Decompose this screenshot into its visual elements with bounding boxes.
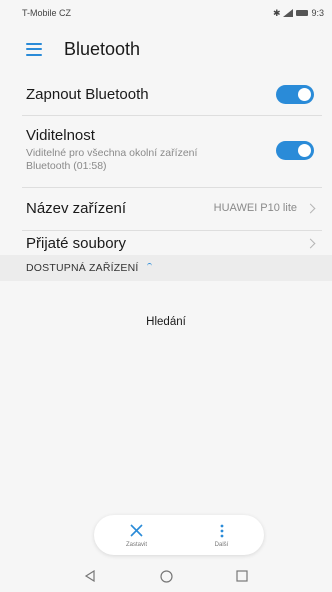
bluetooth-toggle-row[interactable]: Zapnout Bluetooth bbox=[0, 76, 332, 112]
status-time: 9:3 bbox=[311, 8, 324, 18]
divider bbox=[22, 230, 322, 231]
stop-button-label: Zastavit bbox=[125, 541, 147, 548]
toggle-knob bbox=[298, 87, 311, 101]
bluetooth-toggle-switch[interactable] bbox=[276, 84, 314, 104]
system-nav-bar bbox=[0, 560, 332, 592]
hamburger-menu-icon[interactable] bbox=[26, 42, 42, 56]
visibility-subtitle-line2: Bluetooth (01:58) bbox=[26, 160, 107, 172]
divider bbox=[22, 187, 322, 188]
chevron-right-icon bbox=[305, 238, 316, 248]
recents-nav-icon[interactable] bbox=[231, 565, 253, 587]
searching-status: Hledání bbox=[146, 316, 186, 328]
status-icons: ✱ 9:3 bbox=[273, 8, 324, 19]
chevron-right-icon bbox=[305, 203, 316, 213]
device-name-value-wrap: HUAWEI P10 lite bbox=[213, 202, 316, 214]
bluetooth-toggle-label: Zapnout Bluetooth bbox=[26, 85, 149, 103]
device-name-value: HUAWEI P10 lite bbox=[213, 202, 297, 214]
carrier-name: T-Mobile CZ bbox=[22, 8, 72, 18]
device-name-row[interactable]: Název zařízení HUAWEI P10 lite bbox=[0, 189, 332, 227]
stop-button[interactable]: Zastavit bbox=[107, 523, 167, 548]
available-devices-title: DOSTUPNÁ ZAŘÍZENÍ bbox=[26, 262, 139, 274]
visibility-subtitle-line1: Viditelné pro všechna okolní zařízení bbox=[26, 147, 198, 159]
page-title: Bluetooth bbox=[64, 38, 141, 59]
battery-icon bbox=[296, 10, 309, 16]
status-bar: T-Mobile CZ ✱ 9:3 bbox=[0, 0, 332, 26]
more-button[interactable]: Další bbox=[192, 523, 252, 548]
visibility-toggle-switch[interactable] bbox=[276, 140, 314, 160]
more-vertical-icon bbox=[220, 523, 224, 539]
received-files-label: Přijaté soubory bbox=[26, 234, 127, 252]
received-files-row[interactable]: Přijaté soubory bbox=[0, 232, 332, 254]
toggle-knob bbox=[298, 143, 311, 157]
device-name-label: Název zařízení bbox=[26, 199, 127, 217]
visibility-label: Viditelnost bbox=[26, 127, 95, 144]
app-bar: Bluetooth bbox=[0, 26, 332, 72]
signal-icon bbox=[283, 9, 294, 17]
visibility-row[interactable]: Viditelnost Viditelné pro všechna okolní… bbox=[0, 119, 332, 181]
close-icon bbox=[130, 523, 143, 539]
loading-spinner-icon bbox=[146, 262, 152, 269]
available-devices-header: DOSTUPNÁ ZAŘÍZENÍ bbox=[0, 255, 332, 281]
bluetooth-status-icon: ✱ bbox=[272, 7, 281, 18]
more-button-label: Další bbox=[214, 541, 229, 548]
home-nav-icon[interactable] bbox=[155, 565, 177, 587]
visibility-text: Viditelnost Viditelné pro všechna okolní… bbox=[26, 127, 197, 173]
bottom-action-bar: Zastavit Další bbox=[94, 515, 264, 555]
back-nav-icon[interactable] bbox=[79, 565, 101, 587]
divider bbox=[22, 115, 322, 116]
